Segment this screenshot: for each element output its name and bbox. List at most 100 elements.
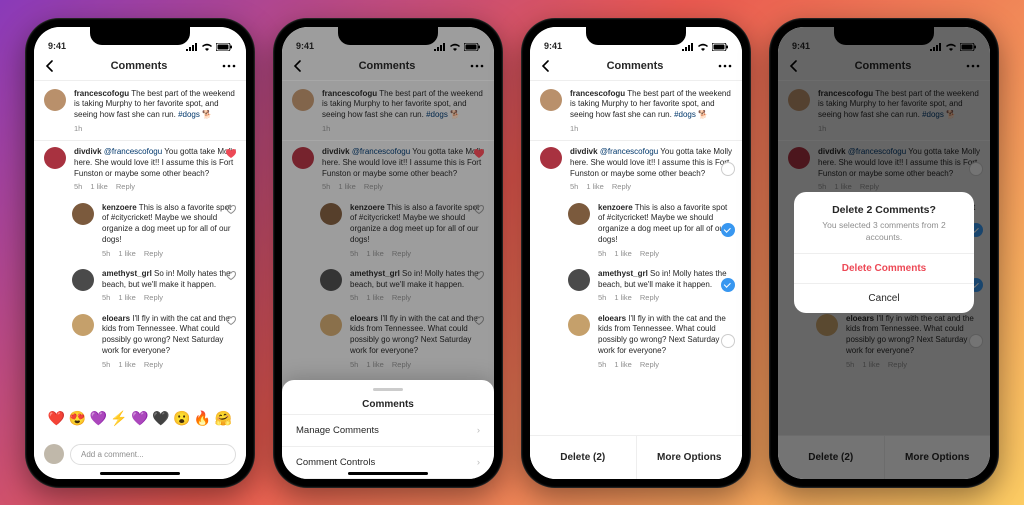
comment-reply-button[interactable]: Reply — [640, 293, 659, 303]
comment-username[interactable]: amethyst_grl — [102, 269, 152, 278]
emoji-quick-react[interactable]: 🔥 — [194, 410, 211, 427]
home-indicator[interactable] — [348, 472, 428, 475]
comment-reply-button[interactable]: Reply — [612, 182, 631, 192]
post-username[interactable]: francescofogu — [322, 89, 377, 98]
more-button[interactable] — [222, 64, 236, 68]
more-button[interactable] — [470, 64, 484, 68]
mention[interactable]: @francescofogu — [104, 147, 162, 156]
comment-reply-button[interactable]: Reply — [144, 293, 163, 303]
emoji-quick-react[interactable]: ⚡ — [110, 410, 127, 427]
compose-input[interactable]: Add a comment... — [70, 444, 236, 465]
delete-selected-button[interactable]: Delete (2) — [530, 436, 637, 479]
comment-username[interactable]: divdivk — [570, 147, 598, 156]
comment-username[interactable]: divdivk — [74, 147, 102, 156]
comment-row[interactable]: amethyst_grl So in! Molly hates the beac… — [34, 263, 246, 308]
back-button[interactable] — [44, 60, 56, 72]
avatar[interactable] — [72, 314, 94, 336]
comment-row[interactable]: eloears I'll fly in with the cat and the… — [530, 308, 742, 374]
like-comment-button[interactable] — [226, 205, 236, 217]
avatar[interactable] — [320, 269, 342, 291]
post-hashtag[interactable]: #dogs — [426, 110, 448, 119]
comment-username[interactable]: kenzoere — [102, 203, 137, 212]
back-button[interactable] — [540, 60, 552, 72]
avatar[interactable] — [540, 89, 562, 111]
comment-likes[interactable]: 1 like — [586, 182, 604, 192]
comment-likes[interactable]: 1 like — [366, 360, 384, 370]
comment-username[interactable]: divdivk — [322, 147, 350, 156]
like-comment-button[interactable] — [226, 316, 236, 328]
post-hashtag[interactable]: #dogs — [674, 110, 696, 119]
alert-delete-button[interactable]: Delete Comments — [794, 253, 974, 283]
comment-username[interactable]: eloears — [350, 314, 378, 323]
avatar[interactable] — [72, 269, 94, 291]
comment-select-checkbox[interactable] — [721, 278, 735, 292]
avatar[interactable] — [540, 147, 562, 169]
like-comment-button[interactable] — [226, 271, 236, 283]
avatar[interactable] — [568, 269, 590, 291]
avatar[interactable] — [44, 89, 66, 111]
emoji-quick-react[interactable]: 😍 — [69, 410, 86, 427]
comment-reply-button[interactable]: Reply — [116, 182, 135, 192]
sheet-grabber[interactable] — [373, 388, 403, 391]
like-comment-button[interactable] — [474, 271, 484, 283]
comment-likes[interactable]: 1 like — [366, 293, 384, 303]
comment-reply-button[interactable]: Reply — [392, 249, 411, 259]
comment-likes[interactable]: 1 like — [118, 360, 136, 370]
post-username[interactable]: francescofogu — [570, 89, 625, 98]
comment-username[interactable]: amethyst_grl — [350, 269, 400, 278]
comment-username[interactable]: eloears — [598, 314, 626, 323]
comment-row[interactable]: eloears I'll fly in with the cat and the… — [34, 308, 246, 374]
avatar[interactable] — [72, 203, 94, 225]
comment-likes[interactable]: 1 like — [614, 293, 632, 303]
comment-likes[interactable]: 1 like — [90, 182, 108, 192]
comment-row[interactable]: amethyst_grl So in! Molly hates the beac… — [282, 263, 494, 308]
comment-select-checkbox[interactable] — [721, 223, 735, 237]
comment-likes[interactable]: 1 like — [118, 249, 136, 259]
comment-reply-button[interactable]: Reply — [364, 182, 383, 192]
comment-likes[interactable]: 1 like — [614, 360, 632, 370]
like-comment-button[interactable] — [474, 205, 484, 217]
emoji-quick-react[interactable]: 🖤 — [152, 410, 169, 427]
comment-username[interactable]: eloears — [102, 314, 130, 323]
comment-reply-button[interactable]: Reply — [640, 360, 659, 370]
avatar[interactable] — [568, 203, 590, 225]
comment-row[interactable]: divdivk @francescofogu You gotta take Mo… — [282, 141, 494, 197]
comment-reply-button[interactable]: Reply — [392, 293, 411, 303]
comment-likes[interactable]: 1 like — [338, 182, 356, 192]
comment-username[interactable]: kenzoere — [350, 203, 385, 212]
like-comment-button[interactable] — [226, 149, 236, 161]
comment-likes[interactable]: 1 like — [366, 249, 384, 259]
avatar[interactable] — [292, 147, 314, 169]
avatar[interactable] — [320, 203, 342, 225]
post-hashtag[interactable]: #dogs — [178, 110, 200, 119]
post-username[interactable]: francescofogu — [74, 89, 129, 98]
comment-username[interactable]: kenzoere — [598, 203, 633, 212]
comment-likes[interactable]: 1 like — [118, 293, 136, 303]
back-button[interactable] — [292, 60, 304, 72]
comment-row[interactable]: amethyst_grl So in! Molly hates the beac… — [530, 263, 742, 308]
avatar[interactable] — [44, 147, 66, 169]
comment-select-checkbox[interactable] — [721, 162, 735, 176]
comment-reply-button[interactable]: Reply — [144, 360, 163, 370]
mention[interactable]: @francescofogu — [600, 147, 658, 156]
emoji-quick-react[interactable]: 🤗 — [215, 410, 232, 427]
comment-select-checkbox[interactable] — [721, 334, 735, 348]
like-comment-button[interactable] — [474, 316, 484, 328]
comment-reply-button[interactable]: Reply — [640, 249, 659, 259]
avatar[interactable] — [292, 89, 314, 111]
comment-row[interactable]: eloears I'll fly in with the cat and the… — [282, 308, 494, 374]
avatar[interactable] — [568, 314, 590, 336]
emoji-quick-react[interactable]: ❤️ — [48, 410, 65, 427]
alert-cancel-button[interactable]: Cancel — [794, 283, 974, 313]
comment-row[interactable]: kenzoere This is also a favorite spot of… — [34, 197, 246, 263]
sheet-manage-comments[interactable]: Manage Comments › — [282, 415, 494, 447]
comment-likes[interactable]: 1 like — [614, 249, 632, 259]
comment-reply-button[interactable]: Reply — [144, 249, 163, 259]
more-options-button[interactable]: More Options — [637, 436, 743, 479]
emoji-quick-react[interactable]: 💜 — [89, 410, 106, 427]
comment-row[interactable]: divdivk @francescofogu You gotta take Mo… — [34, 141, 246, 197]
mention[interactable]: @francescofogu — [352, 147, 410, 156]
comment-row[interactable]: kenzoere This is also a favorite spot of… — [282, 197, 494, 263]
comment-row[interactable]: divdivk @francescofogu You gotta take Mo… — [530, 141, 742, 197]
like-comment-button[interactable] — [474, 149, 484, 161]
